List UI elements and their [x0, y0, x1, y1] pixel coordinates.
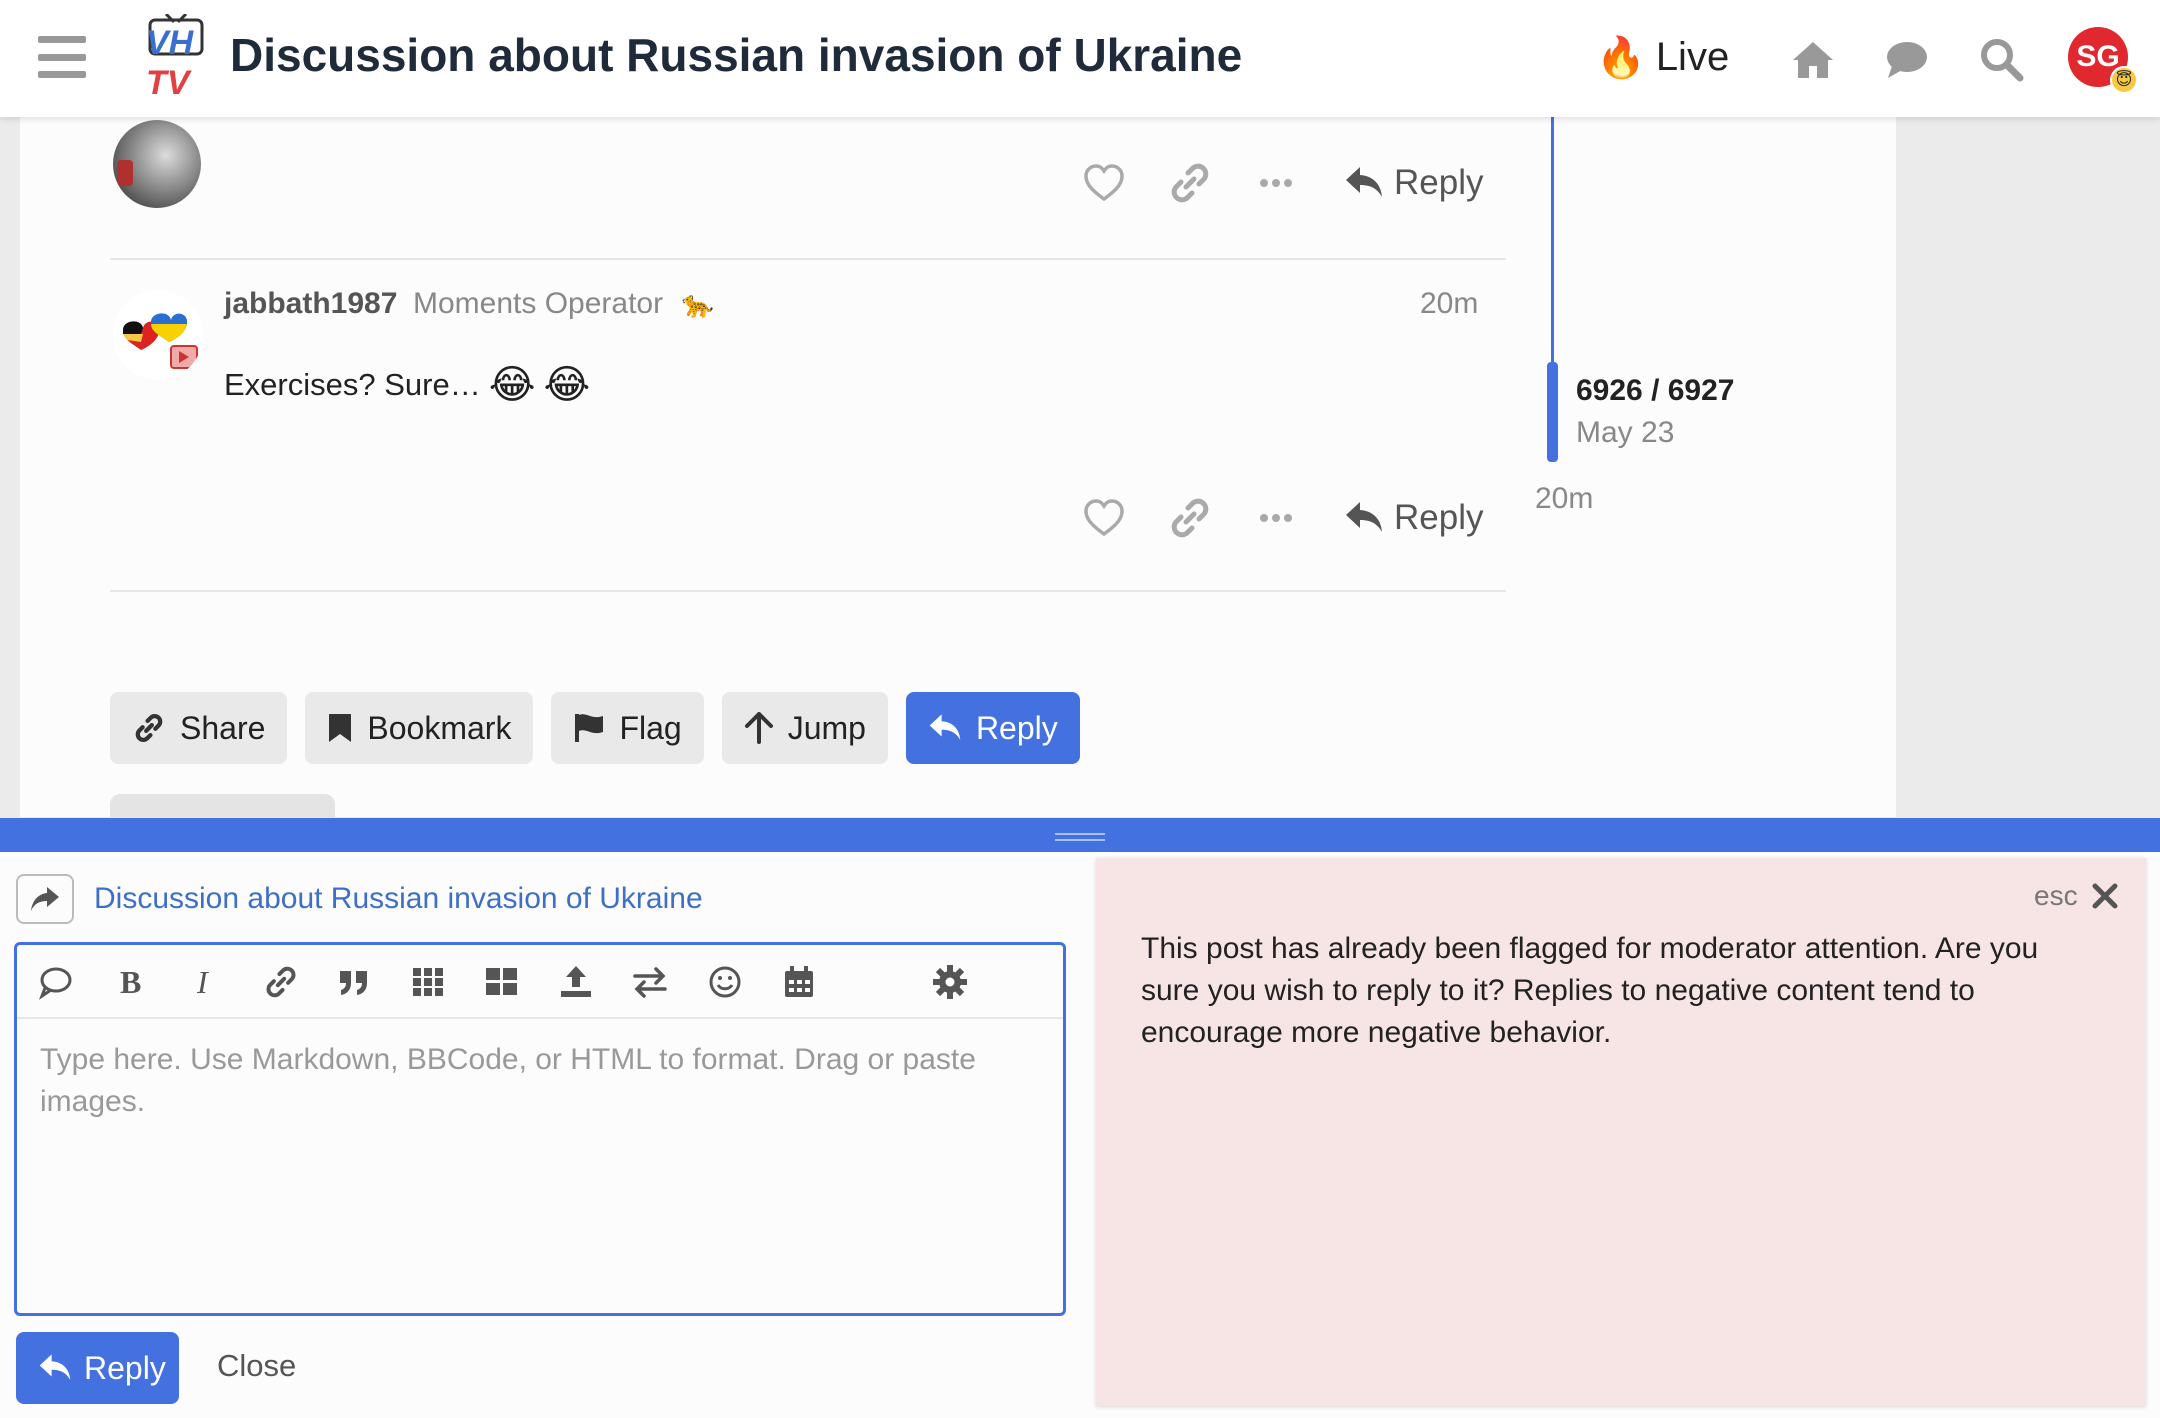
table-icon[interactable]: [483, 963, 521, 1001]
composer-close-button[interactable]: Close: [217, 1348, 296, 1384]
chat-icon[interactable]: [1884, 36, 1930, 82]
live-link[interactable]: 🔥 Live: [1596, 34, 1729, 81]
jump-button[interactable]: Jump: [721, 692, 888, 764]
leopard-flair-icon: 🐆: [681, 289, 714, 319]
upload-icon[interactable]: [557, 963, 595, 1001]
reply-arrow-icon: [1346, 167, 1382, 197]
previous-post-actions: Reply: [1080, 159, 1483, 207]
bookmark-button[interactable]: Bookmark: [305, 692, 534, 764]
reply-arrow-icon: [929, 714, 961, 740]
gear-icon[interactable]: [931, 963, 969, 1001]
fire-icon: 🔥: [1596, 36, 1646, 80]
timeline-scroll-handle[interactable]: [1547, 362, 1558, 462]
flag-button[interactable]: Flag: [551, 692, 704, 764]
more-options-icon[interactable]: [1252, 494, 1300, 542]
previous-post-avatar[interactable]: [113, 120, 201, 208]
post-body: Exercises? Sure… 😂 😂: [224, 363, 591, 407]
copy-link-icon[interactable]: [1166, 494, 1214, 542]
previous-post-reply-button[interactable]: Reply: [1344, 163, 1483, 203]
composer-topic-link[interactable]: Discussion about Russian invasion of Ukr…: [94, 882, 703, 916]
quote-bubble-icon[interactable]: [37, 963, 75, 1001]
home-icon[interactable]: [1790, 36, 1836, 82]
link-icon[interactable]: [262, 963, 300, 1001]
timeline-position: 6926 / 6927: [1576, 374, 1735, 407]
status-badge-icon: 😇: [2110, 66, 2138, 94]
topic-reply-button[interactable]: Reply: [905, 692, 1080, 764]
page: VH TV Discussion about Russian invasion …: [0, 0, 2160, 1418]
post-username[interactable]: jabbath1987: [224, 287, 397, 321]
italic-icon[interactable]: I: [187, 963, 225, 1001]
post-user-title: Moments Operator 🐆: [413, 287, 714, 320]
site-logo[interactable]: VH TV: [140, 14, 212, 100]
swap-icon[interactable]: [631, 963, 669, 1001]
grid-icon[interactable]: [409, 963, 447, 1001]
bold-icon[interactable]: B: [112, 963, 150, 1001]
search-icon[interactable]: [1978, 36, 2024, 82]
composer-editor: B I Type here. Use Markdown, BBCode, or …: [14, 942, 1066, 1316]
share-button[interactable]: Share: [110, 692, 288, 764]
notice-message: This post has already been flagged for m…: [1141, 932, 2039, 1049]
composer-topic-row: Discussion about Russian invasion of Ukr…: [16, 874, 703, 924]
close-icon[interactable]: [2092, 883, 2118, 909]
site-header: VH TV Discussion about Russian invasion …: [0, 0, 2160, 117]
grip-handle-icon[interactable]: [1055, 833, 1105, 841]
svg-text:B: B: [120, 964, 141, 1000]
tears-of-joy-emoji-icon: 😂: [543, 363, 591, 407]
timeline-last-post[interactable]: 20m: [1535, 482, 1593, 516]
calendar-icon[interactable]: [780, 963, 818, 1001]
composer-reply-button[interactable]: Reply: [16, 1332, 179, 1404]
svg-text:I: I: [196, 964, 209, 1000]
timeline-date: May 23: [1576, 416, 1675, 449]
post-actions: Reply: [1080, 494, 1483, 542]
reply-arrow-icon: [1346, 502, 1382, 532]
svg-text:TV: TV: [146, 64, 193, 100]
post-divider: [110, 258, 1506, 260]
tears-of-joy-emoji-icon: 😂: [488, 363, 536, 407]
emoji-icon[interactable]: [706, 963, 744, 1001]
bookmark-icon: [329, 714, 352, 742]
live-label: Live: [1655, 35, 1730, 79]
jabbath1987-avatar[interactable]: [113, 290, 203, 380]
reply-action-icon[interactable]: [16, 874, 74, 924]
blockquote-icon[interactable]: [335, 963, 373, 1001]
share-arrow-icon: [31, 887, 59, 911]
flagged-warning-panel: esc This post has already been flagged f…: [1096, 858, 2146, 1406]
topic-footer-buttons: Share Bookmark Flag Jump Reply: [110, 692, 1080, 764]
post-timestamp[interactable]: 20m: [1420, 287, 1478, 321]
link-icon: [135, 714, 163, 742]
copy-link-icon[interactable]: [1166, 159, 1214, 207]
reply-arrow-icon: [39, 1354, 71, 1380]
hamburger-menu-icon[interactable]: [38, 36, 86, 78]
post-divider: [110, 590, 1506, 592]
flag-icon: [575, 714, 604, 742]
arrow-up-icon: [744, 712, 773, 744]
topic-title[interactable]: Discussion about Russian invasion of Ukr…: [230, 28, 1242, 82]
more-options-icon[interactable]: [1252, 159, 1300, 207]
notice-dismiss[interactable]: esc: [2034, 880, 2118, 912]
editor-toolbar: B I: [17, 945, 1063, 1019]
like-heart-icon[interactable]: [1080, 159, 1128, 207]
post-reply-button[interactable]: Reply: [1344, 498, 1483, 538]
like-heart-icon[interactable]: [1080, 494, 1128, 542]
svg-text:VH: VH: [146, 24, 195, 62]
composer-textarea[interactable]: Type here. Use Markdown, BBCode, or HTML…: [40, 1039, 1020, 1123]
